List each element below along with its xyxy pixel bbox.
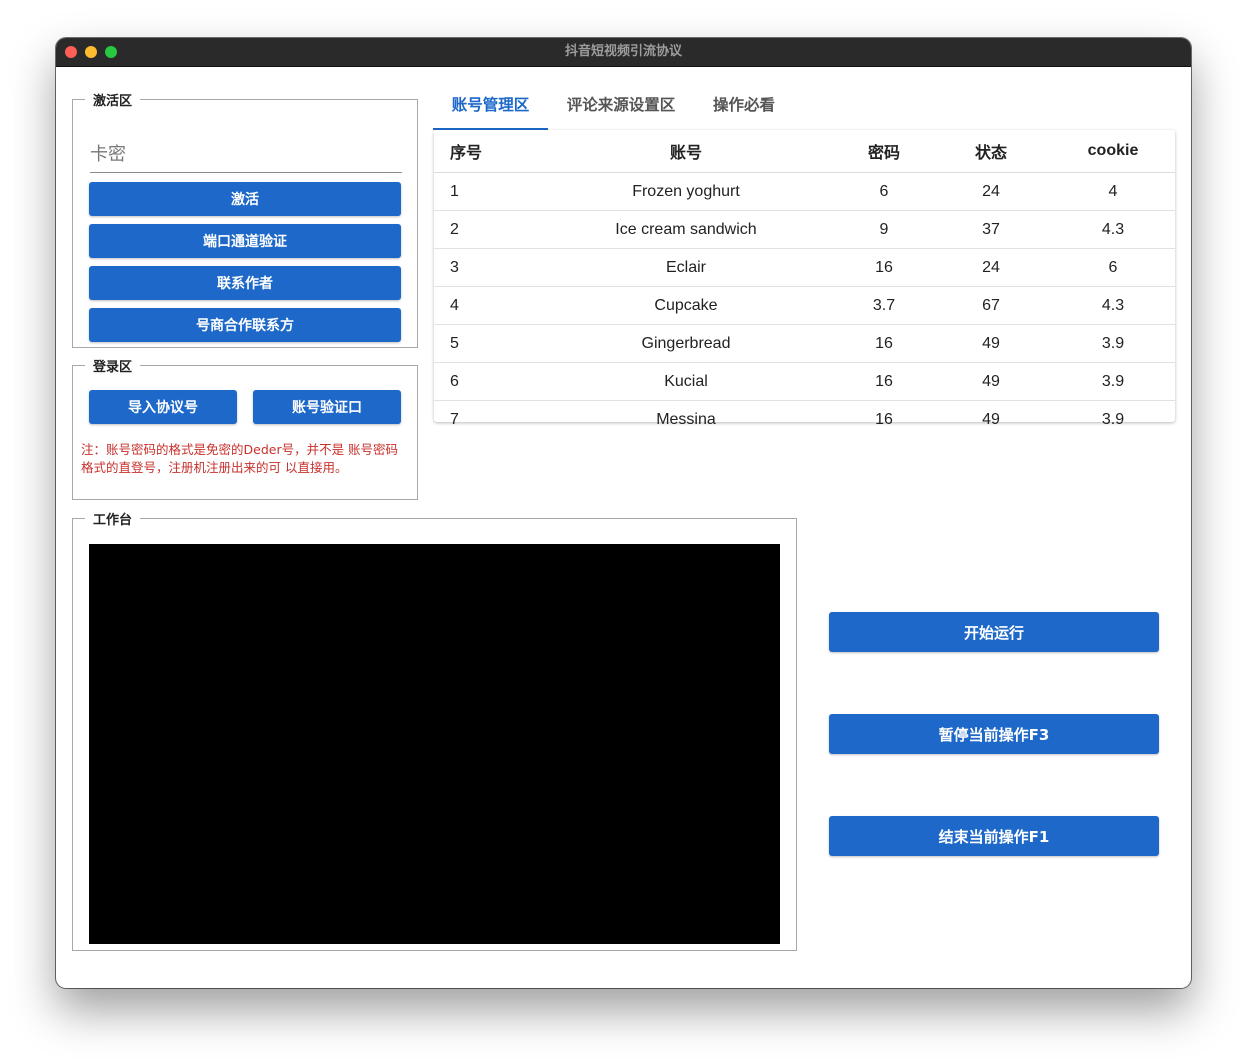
import-accounts-button[interactable]: 导入协议号 — [89, 390, 237, 424]
cell-index: 5 — [434, 324, 535, 363]
cell-account: Kucial — [535, 362, 837, 401]
cell-cookie: 4.3 — [1051, 210, 1175, 249]
vendor-contact-button[interactable]: 号商合作联系方 — [89, 308, 401, 342]
card-key-input[interactable] — [90, 136, 402, 173]
column-header-index: 序号 — [434, 130, 535, 173]
cell-index: 7 — [450, 410, 459, 428]
cell-cookie: 4.3 — [1051, 286, 1175, 325]
workbench-panel: 工作台 — [72, 509, 797, 951]
activate-button[interactable]: 激活 — [89, 182, 401, 216]
activation-panel: 激活区 激活 端口通道验证 联系作者 号商合作联系方 — [72, 90, 418, 348]
pause-operation-button[interactable]: 暂停当前操作F3 — [829, 714, 1159, 754]
cell-account: Messina — [656, 410, 716, 428]
table-row[interactable]: 2 Ice cream sandwich 9 37 4.3 — [434, 210, 1175, 249]
cell-index: 1 — [434, 172, 535, 211]
workbench-legend: 工作台 — [93, 513, 133, 528]
cell-password: 16 — [875, 410, 893, 428]
account-verify-button[interactable]: 账号验证口 — [253, 390, 401, 424]
column-header-cookie: cookie — [1051, 130, 1175, 173]
table-row[interactable]: 5 Gingerbread 16 49 3.9 — [434, 324, 1175, 363]
window-title: 抖音短视频引流协议 — [564, 44, 682, 59]
tab-must-read[interactable]: 操作必看 — [694, 88, 794, 130]
cell-account: Frozen yoghurt — [535, 172, 837, 211]
cell-account: Gingerbread — [535, 324, 837, 363]
table-row[interactable]: 7 Messina 16 49 3.9 — [434, 401, 1175, 439]
port-channel-verify-button[interactable]: 端口通道验证 — [89, 224, 401, 258]
start-run-button[interactable]: 开始运行 — [829, 612, 1159, 652]
cell-password: 16 — [837, 324, 931, 363]
login-panel: 登录区 导入协议号 账号验证口 注：账号密码的格式是免密的Deder号，并不是 … — [72, 356, 418, 500]
table-row[interactable]: 6 Kucial 16 49 3.9 — [434, 362, 1175, 401]
cell-password: 6 — [837, 172, 931, 211]
column-header-status: 状态 — [931, 130, 1051, 173]
stop-operation-button[interactable]: 结束当前操作F1 — [829, 816, 1159, 856]
cell-status: 49 — [982, 410, 1000, 428]
accounts-table: 序号 账号 密码 状态 cookie 1 Frozen yoghurt 6 24… — [434, 130, 1175, 438]
login-legend: 登录区 — [93, 360, 133, 375]
app-window: 抖音短视频引流协议 激活区 激活 端口通道验证 联系作者 号商合作联系方 登录区… — [56, 38, 1191, 988]
cell-status: 37 — [931, 210, 1051, 249]
cell-password: 16 — [837, 362, 931, 401]
cell-account: Ice cream sandwich — [535, 210, 837, 249]
title-bar: 抖音短视频引流协议 — [56, 38, 1191, 67]
cell-cookie: 3.9 — [1051, 362, 1175, 401]
cell-index: 3 — [434, 248, 535, 287]
cell-index: 2 — [434, 210, 535, 249]
table-row[interactable]: 3 Eclair 16 24 6 — [434, 248, 1175, 287]
cell-index: 4 — [434, 286, 535, 325]
activation-legend: 激活区 — [93, 94, 133, 109]
cell-password: 16 — [837, 248, 931, 287]
cell-status: 24 — [931, 172, 1051, 211]
format-note: 注：账号密码的格式是免密的Deder号，并不是 账号密码格式的直登号，注册机注册… — [81, 442, 399, 475]
cell-cookie: 4 — [1051, 172, 1175, 211]
cell-cookie: 6 — [1051, 248, 1175, 287]
column-header-password: 密码 — [837, 130, 931, 173]
tab-comment-source[interactable]: 评论来源设置区 — [548, 88, 694, 130]
cell-cookie: 3.9 — [1051, 324, 1175, 363]
cell-index: 6 — [434, 362, 535, 401]
tab-account-management[interactable]: 账号管理区 — [433, 88, 548, 130]
cell-status: 49 — [931, 362, 1051, 401]
cell-account: Eclair — [535, 248, 837, 287]
cell-status: 24 — [931, 248, 1051, 287]
table-row[interactable]: 1 Frozen yoghurt 6 24 4 — [434, 172, 1175, 211]
cell-status: 67 — [931, 286, 1051, 325]
cell-account: Cupcake — [535, 286, 837, 325]
cell-status: 49 — [931, 324, 1051, 363]
cell-password: 9 — [837, 210, 931, 249]
cell-password: 3.7 — [837, 286, 931, 325]
workbench-console — [89, 544, 780, 944]
table-header-row: 序号 账号 密码 状态 cookie — [434, 130, 1175, 173]
contact-author-button[interactable]: 联系作者 — [89, 266, 401, 300]
table-row[interactable]: 4 Cupcake 3.7 67 4.3 — [434, 286, 1175, 325]
cell-cookie: 3.9 — [1101, 410, 1125, 428]
accounts-table-card: 序号 账号 密码 状态 cookie 1 Frozen yoghurt 6 24… — [434, 130, 1175, 428]
column-header-account: 账号 — [535, 130, 837, 173]
